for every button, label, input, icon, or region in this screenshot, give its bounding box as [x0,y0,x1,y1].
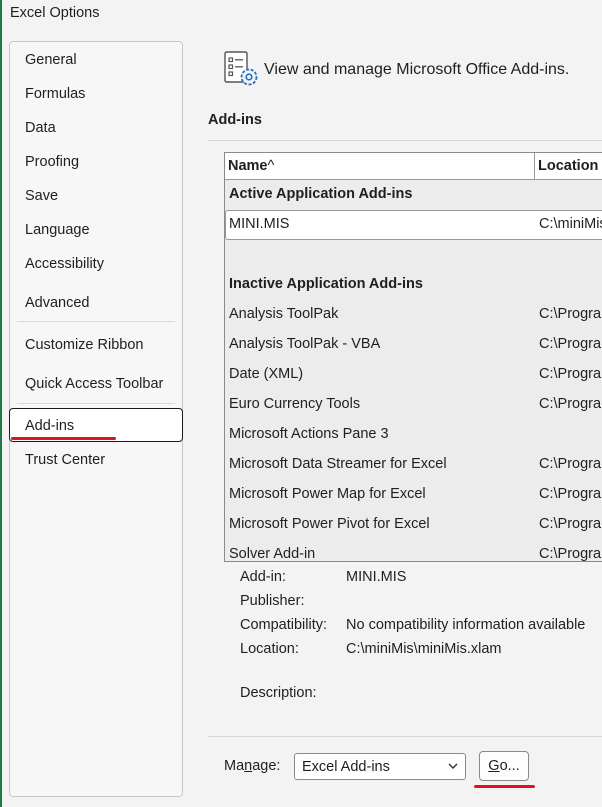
go-button-accesskey: G [488,758,500,774]
table-row[interactable]: Date (XML) C:\Progra [225,360,602,390]
detail-value-location: C:\miniMis\miniMis.xlam [346,641,502,657]
sidebar-item-formulas[interactable]: Formulas [25,86,85,102]
cell-location: C:\Progra [539,546,602,562]
column-header-location[interactable]: Location [538,158,598,174]
detail-label-publisher: Publisher: [240,593,305,609]
sidebar-item-quick-access-toolbar[interactable]: Quick Access Toolbar [25,376,163,392]
annotation-underline-go [474,785,535,788]
sidebar-item-advanced[interactable]: Advanced [25,295,90,311]
annotation-underline-addins [11,437,116,440]
table-row[interactable]: Solver Add-in C:\Progra [225,540,602,562]
table-row[interactable]: Microsoft Data Streamer for Excel C:\Pro… [225,450,602,480]
cell-name: Microsoft Power Pivot for Excel [229,516,430,532]
manage-label-post: age: [252,758,281,774]
sidebar-item-data[interactable]: Data [25,120,56,136]
column-header-name-label: Name [228,158,268,174]
cell-name: Solver Add-in [229,546,316,562]
column-header-name[interactable]: Name^ [228,158,274,174]
cell-name: Date (XML) [229,366,304,382]
cell-location: C:\Progra [539,306,602,322]
table-row[interactable]: Microsoft Power Map for Excel C:\Progra [225,480,602,510]
bottom-divider [208,736,602,737]
section-label-addins: Add-ins [208,112,262,128]
cell-name: Microsoft Data Streamer for Excel [229,456,447,472]
chevron-down-icon [448,763,458,769]
sidebar-item-proofing[interactable]: Proofing [25,154,79,170]
detail-label-compatibility: Compatibility: [240,617,328,633]
detail-label-description: Description: [240,685,317,701]
cell-name: Euro Currency Tools [229,396,361,412]
addins-panel: View and manage Microsoft Office Add-ins… [192,0,602,807]
options-sidebar: General Formulas Data Proofing Save Lang… [9,41,183,797]
detail-label-addin: Add-in: [240,569,286,585]
cell-location: C:\Progra [539,456,602,472]
group-header-inactive: Inactive Application Add-ins [229,276,423,292]
window-title: Excel Options [10,5,100,21]
manage-dropdown-value: Excel Add-ins [302,759,390,775]
sidebar-item-save[interactable]: Save [25,188,58,204]
sidebar-item-addins[interactable]: Add-ins [25,418,74,434]
manage-label-pre: Ma [224,758,245,774]
detail-label-location: Location: [240,641,299,657]
sidebar-item-customize-ribbon[interactable]: Customize Ribbon [25,337,143,353]
detail-value-compatibility: No compatibility information available [346,617,586,633]
sidebar-item-trust-center[interactable]: Trust Center [25,452,105,468]
sidebar-item-accessibility[interactable]: Accessibility [25,256,104,272]
page-title: View and manage Microsoft Office Add-ins… [264,61,570,78]
cell-name: Analysis ToolPak - VBA [229,336,381,352]
column-divider[interactable] [534,153,535,179]
addins-table[interactable]: Name^ Location Active Application Add-in… [224,152,602,562]
table-row[interactable]: Analysis ToolPak - VBA C:\Progra [225,330,602,360]
cell-location: C:\Progra [539,486,602,502]
sidebar-divider [17,321,175,322]
cell-name: MINI.MIS [229,216,290,232]
cell-name: Analysis ToolPak [229,306,339,322]
detail-value-addin: MINI.MIS [346,569,407,585]
cell-name: Microsoft Power Map for Excel [229,486,426,502]
manage-label: Manage: [224,758,280,774]
table-header-row: Name^ Location [225,153,602,180]
window-accent-edge [0,0,2,807]
go-button[interactable]: Go... [479,751,529,781]
sidebar-item-language[interactable]: Language [25,222,90,238]
table-row[interactable]: Microsoft Power Pivot for Excel C:\Progr… [225,510,602,540]
sidebar-item-general[interactable]: General [25,52,77,68]
cell-name: Microsoft Actions Pane 3 [229,426,389,442]
cell-location: C:\Progra [539,396,602,412]
section-divider [208,140,602,141]
table-row[interactable]: Microsoft Actions Pane 3 [225,420,602,450]
addins-settings-icon [224,51,258,86]
cell-location: C:\Progra [539,336,602,352]
cell-location: C:\Progra [539,366,602,382]
cell-location: C:\miniMis [539,216,602,232]
group-header-active: Active Application Add-ins [229,186,413,202]
table-row[interactable]: Euro Currency Tools C:\Progra [225,390,602,420]
go-button-label: o... [499,758,520,774]
manage-dropdown[interactable]: Excel Add-ins [294,753,466,780]
sort-ascending-icon: ^ [267,158,275,174]
sidebar-divider [17,403,175,404]
table-row[interactable]: Analysis ToolPak C:\Progra [225,300,602,330]
cell-location: C:\Progra [539,516,602,532]
table-row-selected[interactable]: MINI.MIS C:\miniMis [225,210,602,240]
